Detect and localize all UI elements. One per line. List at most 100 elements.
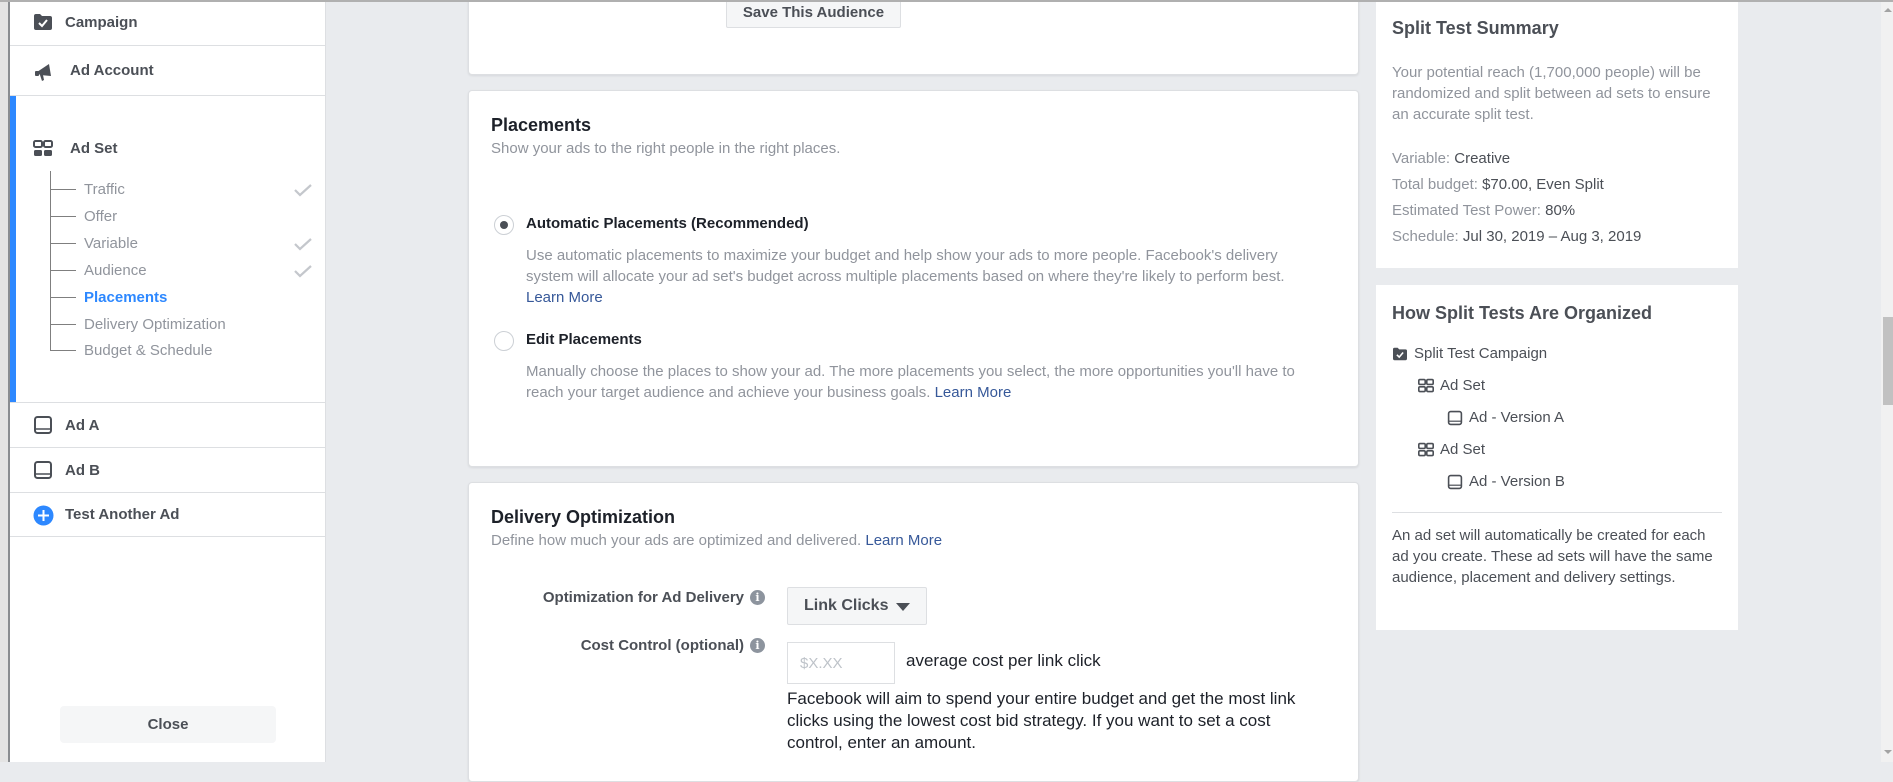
sidebar-item-campaign[interactable]: Campaign — [10, 0, 325, 46]
scroll-down-arrow-icon[interactable] — [1884, 750, 1892, 754]
org-tree-label: Ad Set — [1440, 377, 1486, 394]
optimization-value: Link Clicks — [804, 597, 889, 614]
sidebar-item-ad-account[interactable]: Ad Account — [10, 46, 325, 96]
organization-title: How Split Tests Are Organized — [1392, 303, 1653, 323]
row-label: Schedule: — [1392, 228, 1459, 245]
sidebar-item-ad-a[interactable]: Ad A — [10, 403, 325, 448]
sidebar-item-label: Test Another Ad — [65, 506, 180, 523]
sidebar-item-label: Campaign — [65, 14, 138, 31]
step-delivery-optimization[interactable]: Delivery Optimization — [84, 316, 226, 333]
summary-description: Your potential reach (1,700,000 people) … — [1392, 64, 1711, 123]
checkmark-icon — [294, 238, 312, 251]
org-tree-label: Ad - Version A — [1469, 409, 1565, 426]
org-tree-label: Split Test Campaign — [1414, 345, 1548, 362]
close-button[interactable]: Close — [60, 706, 276, 743]
sidebar-item-test-another-ad[interactable]: Test Another Ad — [10, 493, 325, 537]
row-label: Total budget: — [1392, 176, 1478, 193]
summary-title: Split Test Summary — [1392, 18, 1559, 38]
ad-tablet-icon — [1447, 474, 1463, 489]
automatic-placements-radio[interactable] — [494, 215, 514, 235]
sidebar-item-label: Ad B — [65, 461, 100, 479]
left-gutter — [0, 0, 10, 762]
placements-subtitle: Show your ads to the right people in the… — [491, 140, 841, 157]
org-tree-label: Ad Set — [1440, 441, 1486, 458]
summary-row-variable: Variable: Creative — [1392, 150, 1510, 167]
ad-tablet-icon — [32, 459, 54, 481]
summary-row-schedule: Schedule: Jul 30, 2019 – Aug 3, 2019 — [1392, 228, 1641, 245]
edit-placements-description: Manually choose the places to show your … — [526, 361, 1326, 403]
automatic-placements-description: Use automatic placements to maximize you… — [526, 245, 1326, 308]
tree-branch — [50, 216, 76, 217]
org-tree-item: Ad - Version B — [1447, 473, 1565, 490]
row-label: Variable: — [1392, 150, 1451, 167]
delivery-subtitle: Define how much your ads are optimized a… — [491, 532, 942, 549]
save-audience-button[interactable]: Save This Audience — [726, 0, 901, 28]
summary-row-budget: Total budget: $70.00, Even Split — [1392, 176, 1604, 193]
learn-more-link[interactable]: Learn More — [935, 384, 1012, 401]
scrollbar-thumb[interactable] — [1883, 317, 1893, 405]
learn-more-link[interactable]: Learn More — [865, 532, 942, 549]
divider — [1392, 512, 1722, 513]
optimization-dropdown[interactable]: Link Clicks — [787, 587, 927, 625]
top-edge-shadow — [0, 0, 1893, 2]
row-value: $70.00, Even Split — [1482, 176, 1604, 193]
ad-tablet-icon — [32, 414, 54, 436]
ad-set-grid-icon — [1418, 378, 1434, 392]
step-variable[interactable]: Variable — [84, 235, 138, 252]
org-tree-item: Ad Set — [1418, 377, 1485, 394]
tree-branch — [50, 243, 76, 244]
step-budget-schedule[interactable]: Budget & Schedule — [84, 342, 212, 359]
ad-set-grid-icon — [32, 138, 54, 160]
scroll-up-arrow-icon[interactable] — [1884, 8, 1892, 12]
description-text: Manually choose the places to show your … — [526, 363, 1295, 401]
row-value: 80% — [1545, 202, 1576, 219]
org-tree-label: Ad - Version B — [1469, 473, 1565, 490]
split-test-summary-card: Split Test Summary Your potential reach … — [1376, 0, 1738, 268]
info-icon[interactable]: i — [750, 638, 765, 653]
tree-branch — [50, 324, 76, 325]
sidebar-item-ad-b[interactable]: Ad B — [10, 448, 325, 493]
cost-control-input[interactable] — [787, 642, 895, 684]
org-tree-item: Split Test Campaign — [1392, 345, 1547, 362]
org-tree-item: Ad - Version A — [1447, 409, 1564, 426]
step-placements[interactable]: Placements — [84, 289, 167, 306]
optimization-label: Optimization for Ad Delivery — [542, 589, 744, 606]
edit-placements-label[interactable]: Edit Placements — [526, 331, 642, 348]
delivery-title: Delivery Optimization — [491, 507, 676, 527]
description-text: Use automatic placements to maximize you… — [526, 247, 1285, 285]
sidebar: Campaign Ad Account Ad Set Ad A Ad B Tes… — [10, 0, 326, 762]
caret-down-icon — [896, 603, 910, 611]
step-offer[interactable]: Offer — [84, 208, 117, 225]
summary-row-test-power: Estimated Test Power: 80% — [1392, 202, 1575, 219]
cost-control-label: Cost Control (optional) — [580, 637, 744, 654]
row-value: Creative — [1454, 150, 1511, 167]
radio-selected-dot — [500, 221, 508, 229]
tree-branch — [50, 297, 76, 298]
info-icon[interactable]: i — [750, 590, 765, 605]
ad-set-grid-icon — [1418, 442, 1434, 456]
learn-more-link[interactable]: Learn More — [526, 289, 603, 306]
checkmark-icon — [294, 265, 312, 278]
step-audience[interactable]: Audience — [84, 262, 147, 279]
plus-circle-icon — [32, 504, 54, 526]
organization-note: An ad set will automatically be created … — [1392, 527, 1713, 586]
tree-branch — [50, 350, 76, 351]
subtitle-text: Define how much your ads are optimized a… — [491, 532, 862, 549]
sidebar-item-label: Ad Set — [70, 140, 118, 157]
step-traffic[interactable]: Traffic — [84, 181, 125, 198]
checkmark-icon — [294, 184, 312, 197]
edit-placements-radio[interactable] — [494, 331, 514, 351]
row-value: Jul 30, 2019 – Aug 3, 2019 — [1462, 228, 1642, 245]
automatic-placements-label[interactable]: Automatic Placements (Recommended) — [526, 215, 809, 232]
tree-branch — [50, 189, 76, 190]
audience-card: Save This Audience — [468, 0, 1359, 75]
cost-control-help: Facebook will aim to spend your entire b… — [787, 689, 1296, 752]
org-tree-item: Ad Set — [1418, 441, 1485, 458]
megaphone-icon — [34, 60, 56, 82]
split-test-organization-card: How Split Tests Are Organized Split Test… — [1376, 285, 1738, 630]
tree-branch — [50, 270, 76, 271]
sidebar-item-label: Ad A — [65, 416, 100, 434]
placements-card: Placements Show your ads to the right pe… — [468, 90, 1359, 467]
campaign-folder-check-icon — [32, 11, 54, 33]
active-section-indicator — [10, 96, 16, 402]
